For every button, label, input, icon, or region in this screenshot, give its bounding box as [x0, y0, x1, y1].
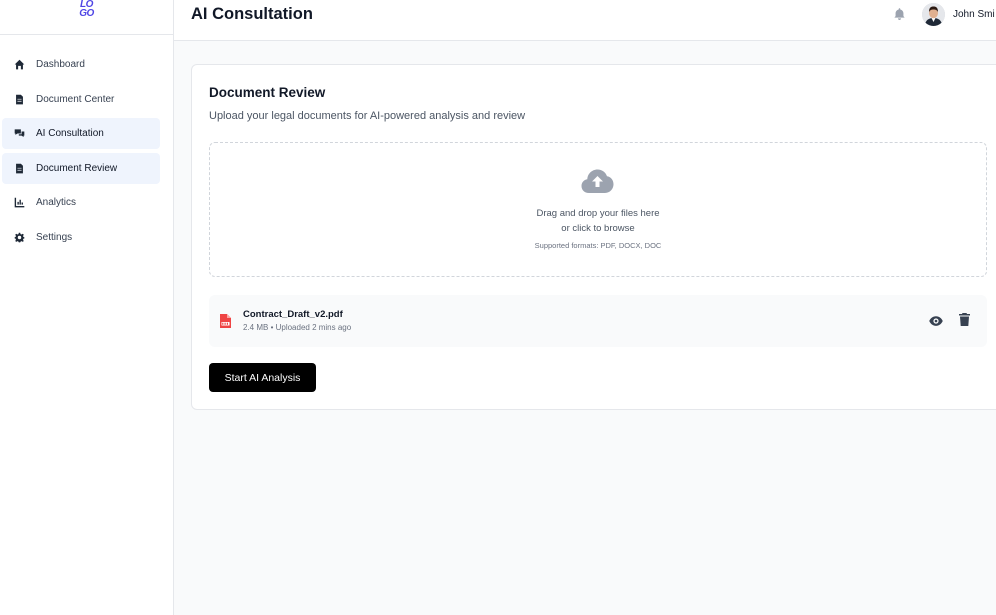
sidebar-item-label: Document Review: [36, 162, 118, 174]
logo-container: LO GO: [0, 0, 173, 35]
file-name: Contract_Draft_v2.pdf: [243, 309, 343, 320]
eye-icon[interactable]: [929, 314, 943, 328]
sidebar-item-analytics[interactable]: Analytics: [2, 187, 160, 218]
dropzone-instruction: Drag and drop your files here: [536, 208, 660, 219]
dropzone-browse-text: or click to browse: [561, 223, 635, 234]
sidebar-item-document-center[interactable]: Document Center: [2, 84, 160, 115]
avatar[interactable]: [922, 3, 945, 26]
uploaded-file-item: Contract_Draft_v2.pdf 2.4 MB • Uploaded …: [209, 295, 987, 347]
sidebar-item-settings[interactable]: Settings: [2, 222, 160, 253]
home-icon: [12, 58, 26, 72]
file-meta: 2.4 MB • Uploaded 2 mins ago: [243, 323, 352, 332]
pdf-file-icon: [220, 314, 231, 328]
file-text-icon: [12, 161, 26, 175]
logo[interactable]: LO GO: [76, 0, 98, 22]
sidebar-item-dashboard[interactable]: Dashboard: [2, 49, 160, 80]
bell-icon[interactable]: [894, 8, 905, 21]
chart-icon: [12, 196, 26, 210]
sidebar-item-ai-consultation[interactable]: AI Consultation: [2, 118, 160, 149]
card-title: Document Review: [209, 85, 326, 100]
sidebar-item-label: Document Center: [36, 93, 115, 105]
trash-icon[interactable]: [959, 313, 970, 327]
logo-line-2: GO: [79, 8, 94, 19]
supported-formats: Supported formats: PDF, DOCX, DOC: [534, 241, 662, 250]
top-header: AI Consultation John Smi: [174, 0, 996, 41]
gear-icon: [12, 230, 26, 244]
sidebar-item-label: Dashboard: [36, 59, 85, 70]
sidebar-item-label: Analytics: [36, 197, 77, 208]
file-dropzone[interactable]: Drag and drop your files here or click t…: [209, 142, 987, 277]
sidebar: LO GO Dashboard Document Center AI Consu…: [0, 0, 174, 615]
sidebar-item-document-review[interactable]: Document Review: [2, 152, 160, 184]
sidebar-item-label: AI Consultation: [36, 128, 104, 139]
sidebar-nav: Dashboard Document Center AI Consultatio…: [0, 35, 173, 253]
start-analysis-button[interactable]: Start AI Analysis: [209, 363, 316, 392]
page-title: AI Consultation: [191, 5, 313, 23]
card-subtitle: Upload your legal documents for AI-power…: [209, 110, 526, 122]
file-icon: [12, 92, 26, 106]
cloud-upload-icon: [581, 168, 614, 194]
comments-icon: [12, 127, 26, 141]
document-review-card: Document Review Upload your legal docume…: [191, 64, 996, 410]
sidebar-item-label: Settings: [36, 231, 73, 243]
user-name[interactable]: John Smi: [953, 9, 995, 20]
